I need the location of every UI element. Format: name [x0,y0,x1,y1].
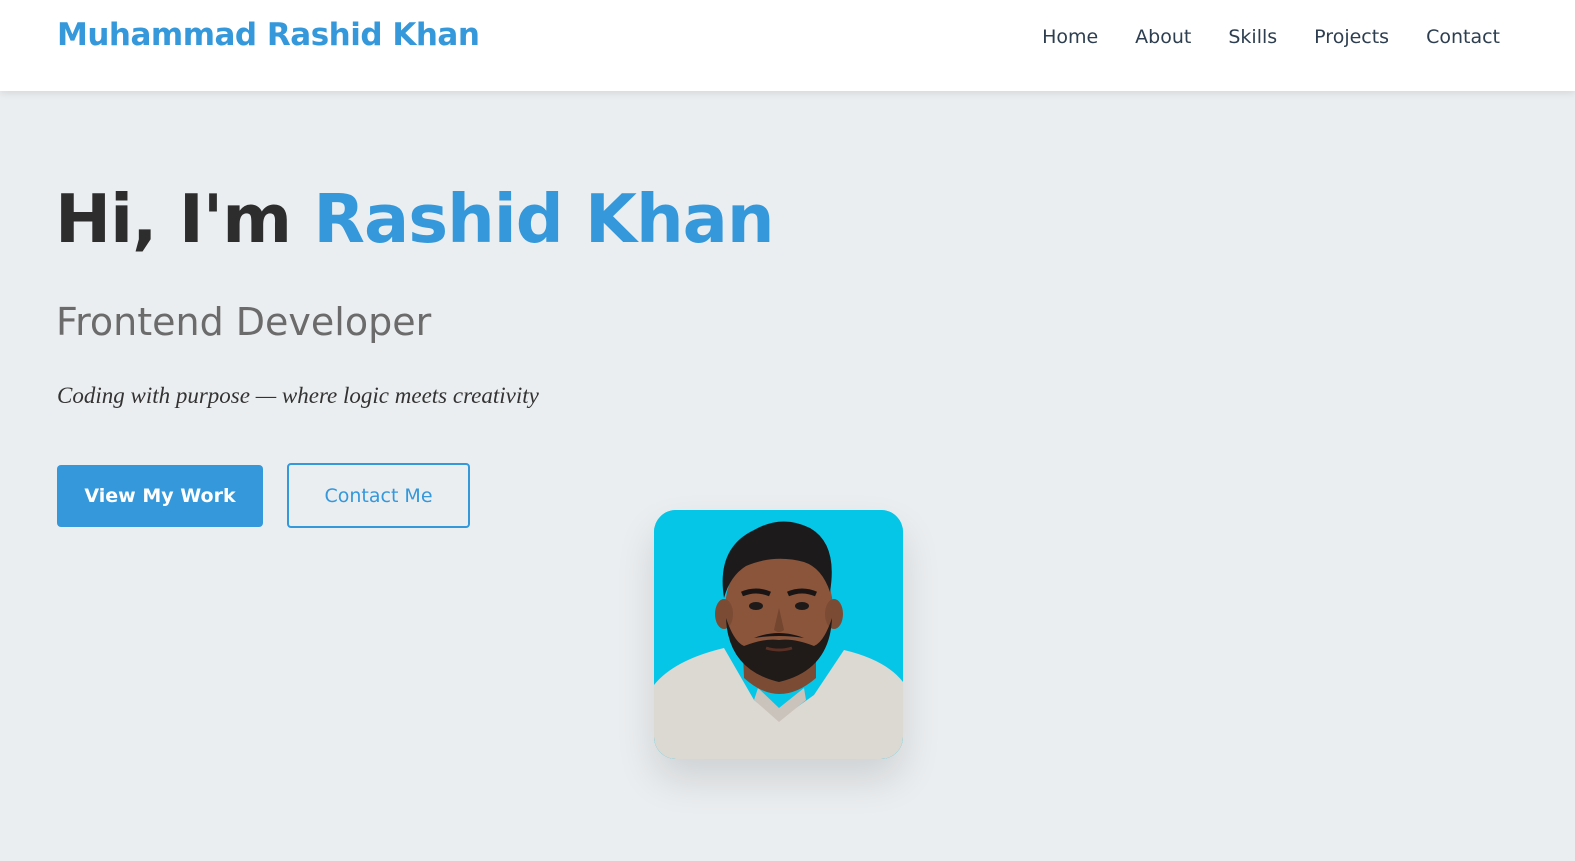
nav-item-about: About [1135,26,1191,48]
nav-link-projects[interactable]: Projects [1314,26,1389,48]
nav-link-contact[interactable]: Contact [1426,26,1500,48]
nav-link-skills[interactable]: Skills [1228,26,1277,48]
contact-me-button[interactable]: Contact Me [287,463,470,528]
nav-link-home[interactable]: Home [1042,26,1098,48]
nav-item-contact: Contact [1426,26,1500,48]
profile-photo [654,510,903,759]
hero-heading: Hi, I'm Rashid Khan [55,180,775,258]
nav-item-skills: Skills [1228,26,1277,48]
nav-link-about[interactable]: About [1135,26,1191,48]
nav-item-projects: Projects [1314,26,1389,48]
profile-portrait-image [654,510,903,759]
hero-greeting: Hi, I'm [55,180,292,258]
navbar: Muhammad Rashid Khan Home About Skills P… [0,0,1575,91]
hero-tagline: Coding with purpose — where logic meets … [57,383,539,408]
view-my-work-button[interactable]: View My Work [57,465,263,527]
hero-subtitle: Frontend Developer [56,300,432,344]
nav-item-home: Home [1042,26,1098,48]
hero-name: Rashid Khan [313,180,774,258]
nav-links: Home About Skills Projects Contact [1042,26,1500,48]
brand-logo[interactable]: Muhammad Rashid Khan [57,17,480,53]
